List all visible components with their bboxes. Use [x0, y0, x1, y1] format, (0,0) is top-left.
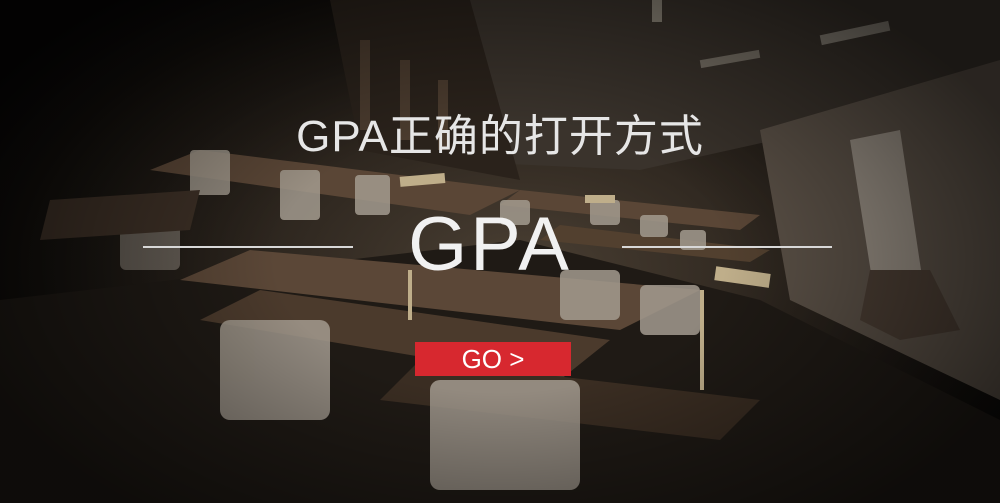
- go-button[interactable]: GO >: [415, 342, 571, 376]
- hero-banner: GPA正确的打开方式 GPA GO >: [0, 0, 1000, 503]
- banner-title: GPA: [408, 202, 572, 287]
- banner-subtitle: GPA正确的打开方式: [296, 112, 704, 161]
- right-divider: [622, 246, 832, 248]
- title-row: GPA: [0, 205, 1000, 285]
- left-divider: [143, 246, 353, 248]
